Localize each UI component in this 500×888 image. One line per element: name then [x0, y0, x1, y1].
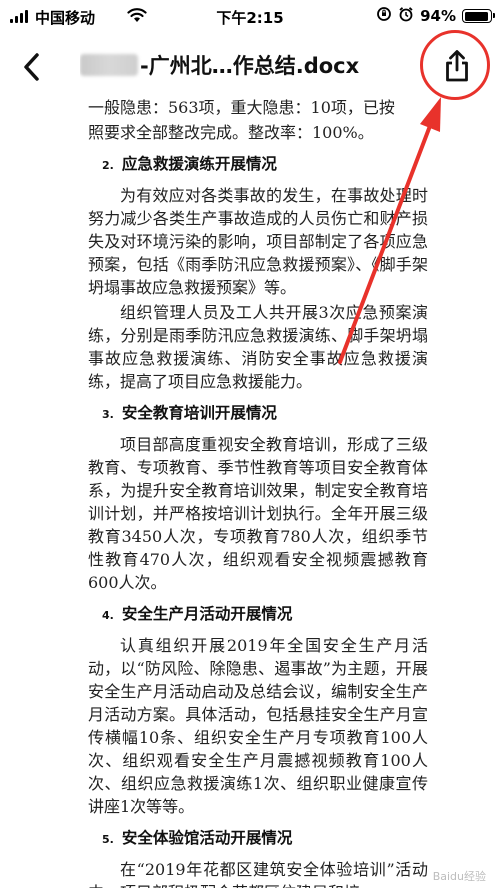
alarm-icon [398, 6, 414, 26]
status-bar: 中国移动 下午2:15 94% [0, 0, 500, 34]
watermark: Baidu经验 [432, 870, 486, 883]
orientation-lock-icon [376, 6, 392, 26]
chevron-left-icon [24, 53, 39, 81]
battery-percent: 94% [420, 7, 456, 25]
section-heading: 3. 安全教育培训开展情况 [102, 404, 277, 422]
section-heading: 4. 安全生产月活动开展情况 [102, 605, 293, 623]
back-button[interactable] [14, 49, 50, 85]
document-title: -广州北…作总结.docx [80, 50, 420, 80]
document-paragraph: 照要求全部整改完成。整改率：100%。 [88, 123, 374, 142]
section-heading: 2. 应急救援演练开展情况 [102, 155, 277, 173]
redacted-title-fragment [80, 54, 138, 76]
document-title-text: -广州北…作总结.docx [140, 54, 360, 78]
document-content: 一般隐患：563项，重大隐患：10项，已按 照要求全部整改完成。整改率：100%… [88, 96, 428, 888]
section-heading: 5. 安全体验馆活动开展情况 [102, 829, 293, 847]
document-paragraph: 在“2019年花都区建筑安全体验培训”活动中，项目部积极配合花都区住建局和培 [88, 860, 428, 888]
document-paragraph: 认真组织开展2019年全国安全生产月活动，以“防风险、除隐患、遏事故”为主题，开… [88, 636, 428, 816]
battery-level [464, 11, 488, 21]
document-viewer[interactable]: 一般隐患：563项，重大隐患：10项，已按 照要求全部整改完成。整改率：100%… [0, 96, 500, 888]
document-paragraph: 项目部高度重视安全教育培训，形成了三级教育、专项教育、季节性教育等项目安全教育体… [88, 435, 428, 592]
share-highlight-circle [420, 30, 490, 100]
document-paragraph: 为有效应对各类事故的发生，在事故处理时努力减少各类生产事故造成的人员伤亡和财产损… [88, 186, 428, 297]
document-clipped-line: 一般隐患：563项，重大隐患：10项，已按 [88, 98, 395, 117]
document-paragraph: 组织管理人员及工人共开展3次应急预案演练，分别是雨季防汛应急救援演练、脚手架坍塌… [88, 303, 428, 391]
battery-icon [462, 9, 495, 23]
